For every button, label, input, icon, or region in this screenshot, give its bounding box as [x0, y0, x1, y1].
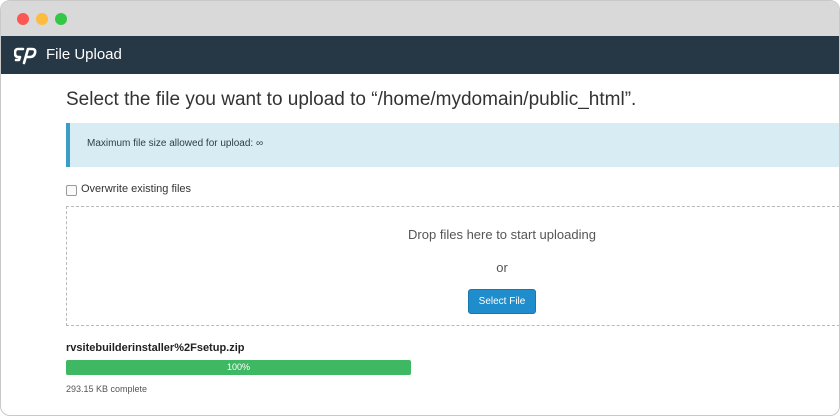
- upload-progress-bar: 100%: [66, 360, 411, 375]
- select-file-button[interactable]: Select File: [468, 289, 536, 314]
- upload-progress-label: 100%: [226, 362, 251, 372]
- app-header: File Upload: [1, 36, 839, 74]
- app-title: File Upload: [46, 46, 122, 63]
- max-file-size-alert: Maximum file size allowed for upload: ∞: [66, 123, 839, 167]
- uploaded-file-name: rvsitebuilderinstaller%2Fsetup.zip: [66, 342, 245, 354]
- overwrite-label[interactable]: Overwrite existing files: [81, 183, 191, 195]
- window-titlebar: [1, 1, 839, 36]
- page-title: Select the file you want to upload to “/…: [66, 89, 637, 110]
- alert-text: Maximum file size allowed for upload: ∞: [87, 138, 264, 149]
- cpanel-logo-icon: [14, 47, 37, 65]
- dropzone-or-text: or: [496, 260, 508, 275]
- overwrite-checkbox[interactable]: [66, 185, 77, 196]
- file-dropzone[interactable]: Drop files here to start uploading or Se…: [66, 206, 839, 326]
- upload-status: 293.15 KB complete: [66, 384, 148, 394]
- dropzone-text: Drop files here to start uploading: [408, 227, 596, 242]
- browser-window: File Upload Select the file you want to …: [0, 0, 840, 416]
- maximize-window-button[interactable]: [55, 13, 67, 25]
- close-window-button[interactable]: [17, 13, 29, 25]
- minimize-window-button[interactable]: [36, 13, 48, 25]
